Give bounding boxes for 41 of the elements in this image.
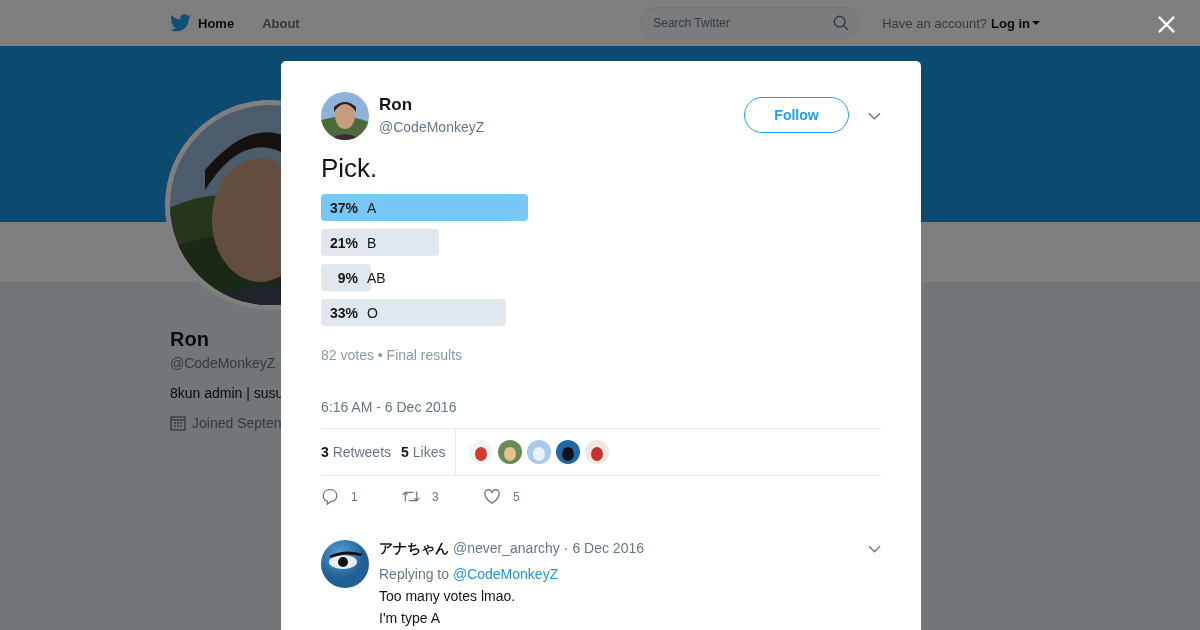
tweet-text: Pick.	[321, 152, 379, 184]
calendar-icon	[170, 415, 186, 431]
heart-icon[interactable]	[483, 488, 501, 505]
profile-name: Ron	[170, 328, 210, 351]
login-link[interactable]: Log in	[991, 15, 1040, 31]
search-icon	[833, 15, 850, 31]
author-name: Ron	[379, 95, 414, 115]
chevron-down-icon[interactable]	[868, 112, 881, 120]
author-handle: @CodeMonkeyZ	[379, 119, 486, 135]
poll-option: B	[367, 234, 377, 251]
replying-to-label: Replying to	[379, 566, 450, 582]
stat-link[interactable]: 3 Retweets	[321, 444, 392, 460]
follow-button[interactable]: Follow	[744, 97, 849, 133]
poll-option: A	[367, 199, 377, 216]
poll-option: O	[367, 304, 378, 321]
reply-text-line: Too many votes lmao.	[379, 588, 517, 604]
account-prompt: Have an account?	[882, 15, 987, 31]
timestamp: 6:16 AM - 6 Dec 2016	[321, 399, 458, 415]
action-count: 5	[513, 489, 520, 504]
close-icon[interactable]	[1157, 15, 1176, 34]
chevron-down-icon[interactable]	[868, 545, 881, 553]
nav-link[interactable]: About	[262, 15, 300, 31]
reply-text-line: I'm type A	[379, 610, 442, 626]
search-field[interactable]: Search Twitter	[640, 7, 861, 39]
reply-icon[interactable]	[321, 488, 339, 505]
mention-link[interactable]: @CodeMonkeyZ	[452, 566, 559, 582]
poll-percent: 9%	[336, 269, 358, 286]
poll-summary: 82 votes • Final results	[321, 347, 464, 363]
poll-percent: 21%	[328, 234, 358, 251]
nav-link[interactable]: Home	[198, 15, 235, 31]
poll-percent: 37%	[328, 199, 358, 216]
action-count: 3	[432, 489, 439, 504]
reply-author-handle: @never_anarchy	[453, 540, 560, 556]
stat-link[interactable]: 5 Likes	[401, 444, 446, 460]
joined-date: Joined Septen	[192, 415, 282, 431]
action-count: 1	[351, 489, 358, 504]
poll-option: AB	[367, 269, 386, 286]
bird-icon	[170, 14, 191, 32]
reply-author-name: アナちゃん	[379, 540, 449, 558]
poll-percent: 33%	[328, 304, 358, 321]
reply-date: · 6 Dec 2016	[563, 540, 644, 556]
